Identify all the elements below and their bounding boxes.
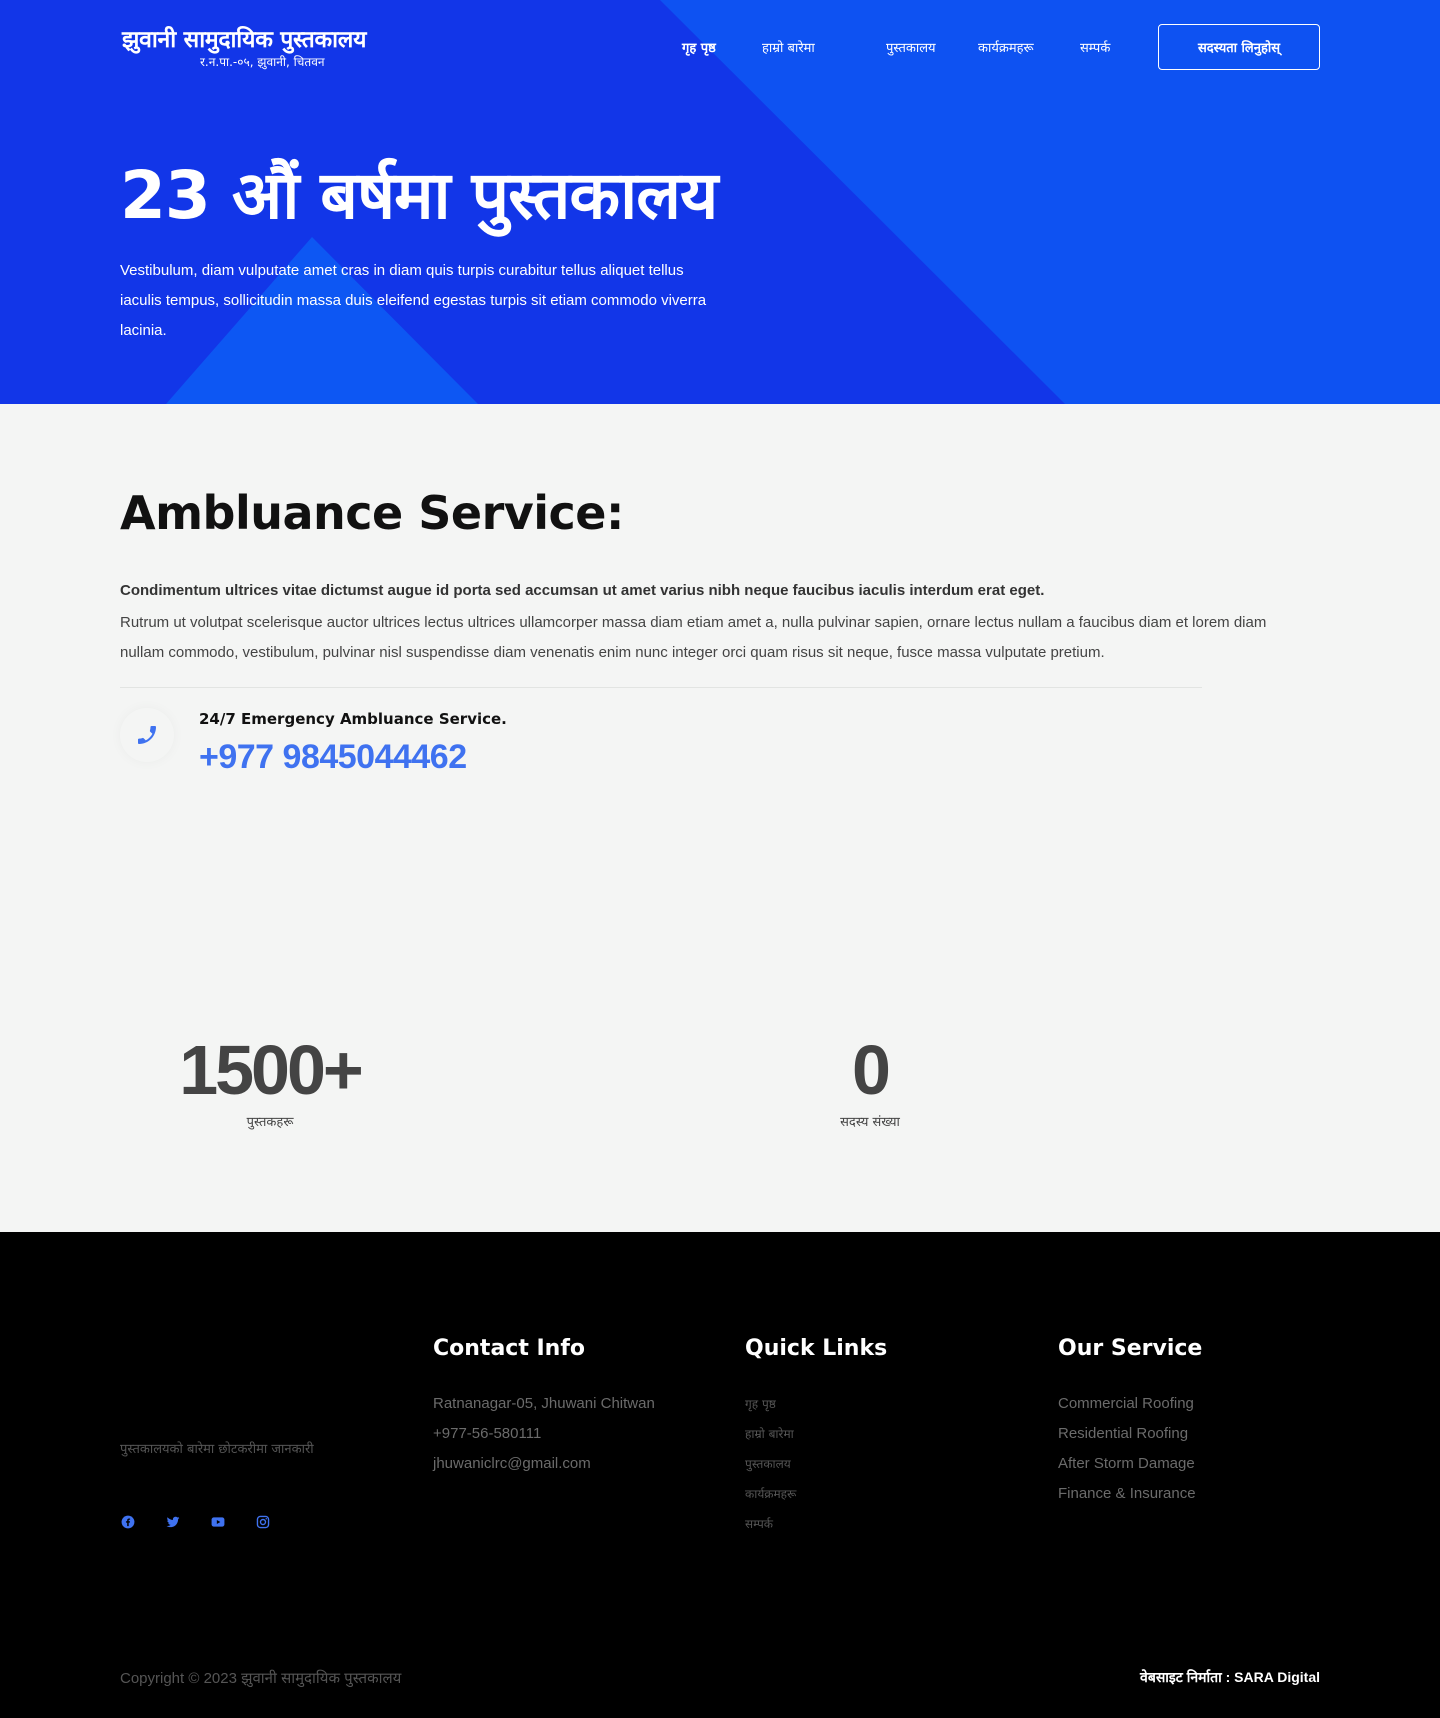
site-header: झुवानी सामुदायिक पुस्तकालय र.न.पा.-०५, झ… <box>0 0 1440 94</box>
contact-email[interactable]: jhuwaniclrc@gmail.com <box>433 1449 655 1479</box>
quick-link-home[interactable]: गृह पृष्ठ <box>745 1389 796 1419</box>
emergency-label: 24/7 Emergency Ambluance Service. <box>199 710 507 728</box>
stat-members: 0 सदस्य संख्या <box>770 1030 970 1130</box>
developer-credit[interactable]: वेबसाइट निर्माता : SARA Digital <box>1140 1668 1320 1687</box>
stat-label: सदस्य संख्या <box>840 1115 900 1130</box>
hero-text: Vestibulum, diam vulputate amet cras in … <box>120 262 707 339</box>
quick-link-about[interactable]: हाम्रो बारेमा <box>745 1419 796 1449</box>
stat-label: पुस्तकहरू <box>246 1115 294 1130</box>
hero-title: 23 औं बर्षमा पुस्तकालय <box>120 157 718 234</box>
contact-phone[interactable]: +977-56-580111 <box>433 1419 655 1449</box>
our-service-title: Our Service <box>1058 1336 1203 1361</box>
ambulance-lead: Condimentum ultrices vitae dictumst augu… <box>120 582 1045 599</box>
service-link[interactable]: Finance & Insurance <box>1058 1479 1196 1509</box>
membership-button[interactable]: सदस्यता लिनुहोस् <box>1158 24 1320 70</box>
quick-links-title: Quick Links <box>745 1336 888 1361</box>
nav-item-programs[interactable]: कार्यक्रमहरू <box>978 38 1034 56</box>
quick-links-list: गृह पृष्ठ हाम्रो बारेमा पुस्तकालय कार्यक… <box>745 1389 796 1539</box>
service-link[interactable]: After Storm Damage <box>1058 1449 1196 1479</box>
phone-icon <box>120 708 174 762</box>
instagram-icon[interactable] <box>255 1514 271 1530</box>
footer-about: पुस्तकालयको बारेमा छोटकरीमा जानकारी <box>120 1442 314 1457</box>
stat-books: 1500+ पुस्तकहरू <box>170 1030 370 1130</box>
quick-link-contact[interactable]: सम्पर्क <box>745 1509 796 1539</box>
youtube-icon[interactable] <box>210 1514 226 1530</box>
quick-link-library[interactable]: पुस्तकालय <box>745 1449 796 1479</box>
twitter-icon[interactable] <box>165 1514 181 1530</box>
ambulance-body: Rutrum ut volutpat scelerisque auctor ul… <box>120 614 1267 661</box>
emergency-phone-link[interactable]: +977 9845044462 <box>199 738 467 777</box>
nav-item-contact[interactable]: सम्पर्क <box>1080 38 1110 56</box>
service-link[interactable]: Residential Roofing <box>1058 1419 1196 1449</box>
copyright-text: Copyright © 2023 झुवानी सामुदायिक पुस्तक… <box>120 1670 402 1687</box>
nav-item-home[interactable]: गृह पृष्ठ <box>682 38 716 56</box>
hero-section: झुवानी सामुदायिक पुस्तकालय र.न.पा.-०५, झ… <box>0 0 1440 404</box>
divider <box>120 687 1202 688</box>
ambulance-title: Ambluance Service: <box>120 486 624 540</box>
facebook-icon[interactable] <box>120 1514 136 1530</box>
stat-value: 0 <box>852 1031 891 1109</box>
stat-value: 1500+ <box>179 1031 364 1109</box>
nav-item-library[interactable]: पुस्तकालय <box>886 38 936 56</box>
site-footer: पुस्तकालयको बारेमा छोटकरीमा जानकारी Cont… <box>0 1232 1440 1718</box>
contact-info-list: Ratnanagar-05, Jhuwani Chitwan +977-56-5… <box>433 1389 655 1479</box>
nav-item-about[interactable]: हाम्रो बारेमा <box>762 38 815 56</box>
service-link[interactable]: Commercial Roofing <box>1058 1389 1196 1419</box>
quick-link-programs[interactable]: कार्यक्रमहरू <box>745 1479 796 1509</box>
contact-info-title: Contact Info <box>433 1336 586 1361</box>
our-service-list: Commercial Roofing Residential Roofing A… <box>1058 1389 1196 1509</box>
contact-address: Ratnanagar-05, Jhuwani Chitwan <box>433 1395 655 1412</box>
